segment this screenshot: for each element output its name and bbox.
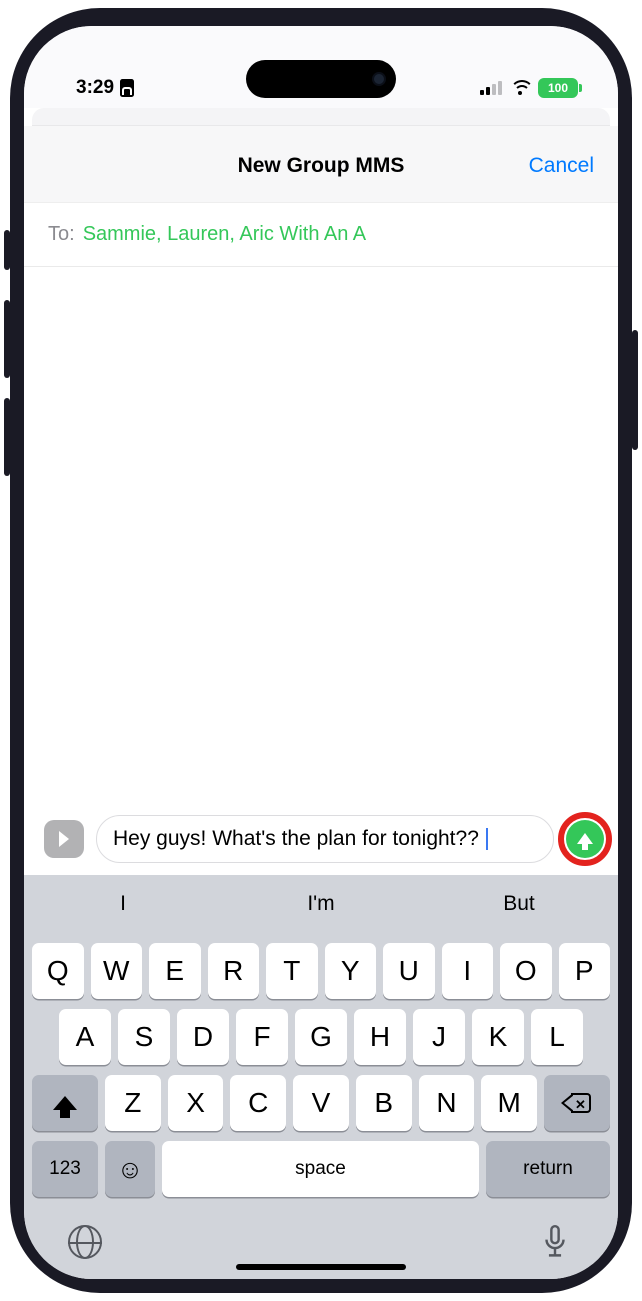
key-g[interactable]: G [295, 1009, 347, 1065]
expand-apps-button[interactable] [44, 820, 84, 858]
key-t[interactable]: T [266, 943, 318, 999]
emoji-key[interactable]: ☺ [105, 1141, 155, 1197]
key-h[interactable]: H [354, 1009, 406, 1065]
arrow-up-icon [577, 833, 593, 844]
screen: 3:29 100 New Group MMS Cancel To: Sammie… [24, 26, 618, 1279]
conversation-area [24, 267, 618, 805]
prediction-1[interactable]: I [24, 892, 222, 916]
delete-key[interactable]: ✕ [544, 1075, 610, 1131]
key-s[interactable]: S [118, 1009, 170, 1065]
prediction-3[interactable]: But [420, 892, 618, 916]
sim-icon [120, 79, 134, 97]
home-indicator[interactable] [236, 1264, 406, 1270]
nav-header: New Group MMS Cancel [24, 126, 618, 203]
key-e[interactable]: E [149, 943, 201, 999]
chevron-right-icon [59, 831, 69, 847]
key-u[interactable]: U [383, 943, 435, 999]
message-input[interactable]: Hey guys! What's the plan for tonight?? [96, 815, 554, 863]
keyboard: I I'm But Q W E R T Y U I O P A S D F [24, 875, 618, 1279]
return-key[interactable]: return [486, 1141, 610, 1197]
key-p[interactable]: P [559, 943, 611, 999]
key-o[interactable]: O [500, 943, 552, 999]
key-w[interactable]: W [91, 943, 143, 999]
battery-indicator: 100 [538, 78, 578, 98]
key-j[interactable]: J [413, 1009, 465, 1065]
key-m[interactable]: M [481, 1075, 537, 1131]
power-button [632, 330, 638, 450]
predictive-bar: I I'm But [24, 875, 618, 933]
key-d[interactable]: D [177, 1009, 229, 1065]
key-r[interactable]: R [208, 943, 260, 999]
clock: 3:29 [76, 77, 114, 99]
dynamic-island [246, 60, 396, 98]
front-camera-icon [372, 72, 386, 86]
key-y[interactable]: Y [325, 943, 377, 999]
cancel-button[interactable]: Cancel [529, 154, 594, 178]
key-z[interactable]: Z [105, 1075, 161, 1131]
battery-level: 100 [548, 81, 568, 95]
globe-icon[interactable] [68, 1225, 102, 1259]
compose-bar: Hey guys! What's the plan for tonight?? [24, 805, 618, 875]
key-c[interactable]: C [230, 1075, 286, 1131]
numbers-key[interactable]: 123 [32, 1141, 98, 1197]
key-x[interactable]: X [168, 1075, 224, 1131]
shift-icon [53, 1096, 77, 1110]
key-row-3: Z X C V B N M ✕ [24, 1075, 618, 1131]
key-q[interactable]: Q [32, 943, 84, 999]
key-k[interactable]: K [472, 1009, 524, 1065]
key-f[interactable]: F [236, 1009, 288, 1065]
cell-signal-icon [480, 81, 502, 95]
key-v[interactable]: V [293, 1075, 349, 1131]
key-i[interactable]: I [442, 943, 494, 999]
emoji-icon: ☺ [117, 1154, 144, 1185]
message-text: Hey guys! What's the plan for tonight?? [113, 827, 485, 850]
device-frame: 3:29 100 New Group MMS Cancel To: Sammie… [10, 8, 632, 1293]
text-caret [486, 828, 488, 850]
key-b[interactable]: B [356, 1075, 412, 1131]
recipients-list: Sammie, Lauren, Aric With An A [83, 223, 366, 246]
key-l[interactable]: L [531, 1009, 583, 1065]
key-row-2: A S D F G H J K L [24, 1009, 618, 1065]
recipients-row[interactable]: To: Sammie, Lauren, Aric With An A [24, 203, 618, 267]
key-row-1: Q W E R T Y U I O P [24, 943, 618, 999]
keyboard-bottom-row [24, 1197, 618, 1259]
mic-icon [540, 1225, 570, 1259]
dictation-button[interactable] [540, 1225, 574, 1259]
shift-key[interactable] [32, 1075, 98, 1131]
prediction-2[interactable]: I'm [222, 892, 420, 916]
space-key[interactable]: space [162, 1141, 479, 1197]
to-label: To: [48, 223, 75, 246]
wifi-icon [510, 80, 530, 96]
sheet-background-peek [32, 108, 610, 126]
key-a[interactable]: A [59, 1009, 111, 1065]
key-n[interactable]: N [419, 1075, 475, 1131]
backspace-icon: ✕ [563, 1093, 591, 1113]
key-row-4: 123 ☺ space return [24, 1141, 618, 1197]
page-title: New Group MMS [48, 154, 594, 178]
